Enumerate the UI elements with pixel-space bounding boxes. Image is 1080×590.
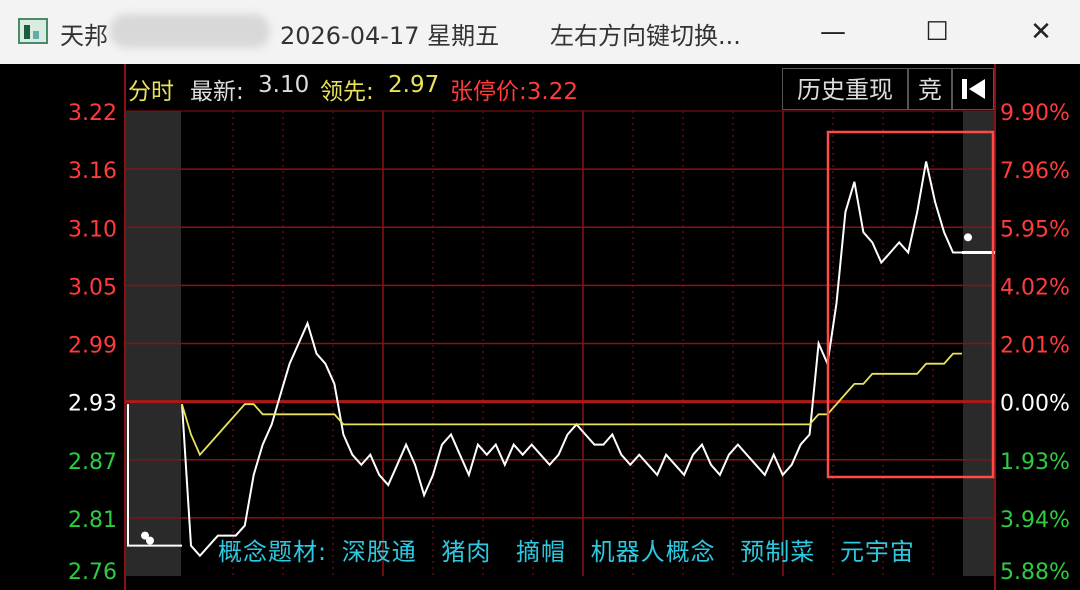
price-tick-label: 2.93 <box>68 392 117 417</box>
concept-tag[interactable]: 元宇宙 <box>840 538 915 566</box>
percent-tick-label: 4.02% <box>1000 275 1070 300</box>
concept-tag[interactable]: 预制菜 <box>740 538 815 566</box>
price-tick-label: 3.22 <box>68 101 117 126</box>
percent-tick-label: 0.00% <box>1000 392 1070 417</box>
minimize-button[interactable]: — <box>808 10 858 54</box>
closing-point <box>964 233 972 242</box>
price-tick-label: 2.99 <box>68 334 117 359</box>
window-title: 天邦 <box>60 22 108 50</box>
lead-label: 领先: <box>320 79 374 105</box>
intraday-chart[interactable]: 3.22 9.90% 3.16 7.96% 3.10 5.95% 3.05 4.02% 2.99… <box>0 64 1080 590</box>
lead-value: 2.97 <box>388 72 440 98</box>
price-tick-label: 2.81 <box>68 508 117 533</box>
close-button[interactable]: ✕ <box>1016 10 1066 54</box>
concept-tag[interactable]: 猪肉 <box>441 538 491 566</box>
auction-point <box>146 536 154 545</box>
percent-tick-label: 7.96% <box>1000 159 1070 184</box>
concept-tags: 概念题材: 深股通 猪肉 摘帽 机器人概念 预制菜 元宇宙 <box>218 532 931 567</box>
step-back-icon[interactable] <box>952 68 994 110</box>
percent-tick-label: 1.93% <box>1000 450 1070 475</box>
price-tick-label: 2.87 <box>68 450 117 475</box>
price-tick-label: 3.05 <box>68 275 117 300</box>
price-tick-label: 3.10 <box>68 217 117 242</box>
latest-value: 3.10 <box>258 72 310 98</box>
concept-tag[interactable]: 机器人概念 <box>591 538 716 566</box>
limit-price: 张停价:3.22 <box>450 79 578 105</box>
concept-label: 概念题材: <box>218 538 328 566</box>
auction-button[interactable]: 竞 <box>908 68 952 110</box>
concept-tag[interactable]: 深股通 <box>342 538 417 566</box>
title-bar: 天邦 2026-04-17 星期五 左右方向键切换... — ☐ ✕ <box>0 0 1080 64</box>
percent-tick-label: 9.90% <box>1000 101 1070 126</box>
price-tick-label: 3.16 <box>68 159 117 184</box>
percent-tick-label: 5.95% <box>1000 217 1070 242</box>
mode-label: 分时 <box>128 79 174 105</box>
price-line <box>181 161 962 558</box>
average-price-line <box>181 352 962 457</box>
title-date: 2026-04-17 星期五 <box>280 22 500 50</box>
redaction-blur <box>110 14 270 48</box>
app-icon <box>18 18 48 44</box>
concept-tag[interactable]: 摘帽 <box>516 538 566 566</box>
latest-label: 最新: <box>190 79 244 105</box>
history-replay-button[interactable]: 历史重现 <box>782 68 908 110</box>
percent-tick-label: 2.01% <box>1000 334 1070 359</box>
chart-canvas: 3.22 9.90% 3.16 7.96% 3.10 5.95% 3.05 4.02% 2.99… <box>68 64 1070 590</box>
percent-tick-label: 5.88% <box>1000 560 1070 585</box>
percent-tick-label: 3.94% <box>1000 508 1070 533</box>
title-hint: 左右方向键切换... <box>550 22 741 50</box>
maximize-button[interactable]: ☐ <box>912 10 962 54</box>
price-tick-label: 2.76 <box>68 560 117 585</box>
